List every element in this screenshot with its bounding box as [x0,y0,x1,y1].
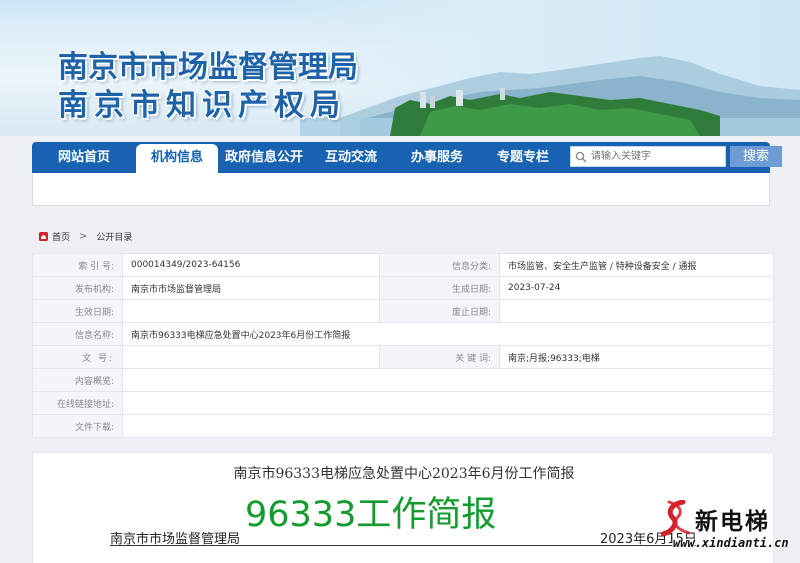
meta-value [122,368,774,392]
metadata-table: 索 引 号: 000014349/2023-64156 信息分类: 市场监管、安… [32,253,774,438]
nav-org-info[interactable]: 机构信息 [136,144,218,175]
article-headline: 96333工作简报 [245,495,497,535]
search-button[interactable]: 搜索 [730,146,782,167]
meta-value: 南京;月报;96333;电梯 [499,345,774,369]
table-row: 信息名称: 南京市96333电梯应急处置中心2023年6月份工作简报 [32,322,774,346]
meta-value: 南京市96333电梯应急处置中心2023年6月份工作简报 [122,322,774,346]
breadcrumb-separator: > [79,230,88,242]
breadcrumb: 首页 > 公开目录 [39,229,132,243]
home-icon [39,231,48,241]
search-box [570,146,726,167]
meta-key: 文 号: [32,345,123,369]
meta-key: 废止日期: [379,299,500,323]
meta-key: 生成日期: [379,276,500,300]
table-row: 内容概览: [32,368,774,392]
watermark-url: www.xindianti.cn [673,536,789,550]
nav-services[interactable]: 办事服务 [392,142,482,173]
meta-key: 信息分类: [379,253,500,277]
meta-value: 南京市市场监督管理局 [122,276,380,300]
search-icon [571,147,591,166]
nav-interaction[interactable]: 互动交流 [310,142,392,173]
meta-key: 关 键 词: [379,345,500,369]
watermark-text: 新电梯 [695,509,770,535]
breadcrumb-home[interactable]: 首页 [52,230,70,243]
meta-value: 2023-07-24 [499,276,774,300]
nav-gov-info[interactable]: 政府信息公开 [218,142,310,173]
meta-value[interactable] [122,414,774,438]
meta-key: 生效日期: [32,299,123,323]
search-input[interactable] [591,147,721,166]
article-title: 南京市96333电梯应急处置中心2023年6月份工作简报 [233,466,575,482]
table-row: 文件下载: [32,414,774,438]
main-nav: 网站首页 机构信息 政府信息公开 互动交流 办事服务 专题专栏 搜索 [32,142,782,175]
site-banner: 南京市市场监督管理局 南京市知识产权局 [0,0,800,136]
meta-value [122,299,380,323]
meta-value: 000014349/2023-64156 [122,253,380,277]
watermark-logo-icon [661,500,691,536]
meta-key: 内容概览: [32,368,123,392]
meta-key: 文件下载: [32,414,123,438]
table-row: 文 号: 关 键 词: 南京;月报;96333;电梯 [32,345,774,369]
meta-key: 索 引 号: [32,253,123,277]
meta-value: 市场监管、安全生产监管 / 特种设备安全 / 通报 [499,253,774,277]
meta-key: 信息名称: [32,322,123,346]
table-row: 索 引 号: 000014349/2023-64156 信息分类: 市场监管、安… [32,253,774,277]
table-row: 发布机构: 南京市市场监督管理局 生成日期: 2023-07-24 [32,276,774,300]
site-title-line2: 南京市知识产权局 [58,88,346,123]
sub-nav-bar [32,173,770,206]
breadcrumb-current[interactable]: 公开目录 [96,230,132,243]
table-row: 生效日期: 废止日期: [32,299,774,323]
meta-key: 发布机构: [32,276,123,300]
meta-key: 在线链接地址: [32,391,123,415]
meta-value[interactable] [122,391,774,415]
nav-home[interactable]: 网站首页 [32,142,136,173]
table-row: 在线链接地址: [32,391,774,415]
nav-topics[interactable]: 专题专栏 [482,142,564,173]
meta-value [122,345,380,369]
meta-value [499,299,774,323]
